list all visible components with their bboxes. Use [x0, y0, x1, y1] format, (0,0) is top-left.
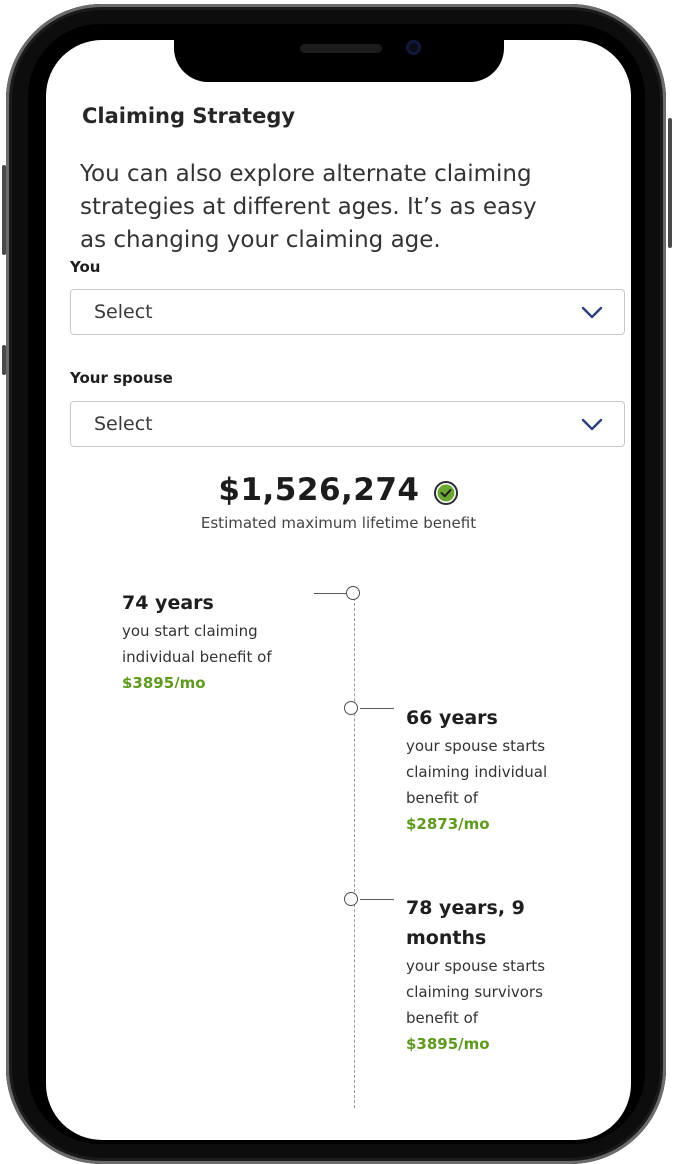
you-age-select[interactable]: Select: [70, 289, 625, 335]
side-button-right: [668, 118, 672, 248]
spouse-age-select[interactable]: Select: [70, 401, 625, 447]
timeline-node: [344, 892, 358, 906]
lifetime-benefit-amount: $1,526,274: [218, 472, 420, 508]
timeline-item-text: individual benefit of: [122, 648, 272, 666]
timeline-item-title: 74 years: [122, 592, 214, 614]
timeline-item-text: claiming individual: [406, 763, 548, 781]
phone-bezel: Claiming Strategy You can also explore a…: [0, 0, 674, 1164]
timeline-item-spouse-individual: 66 years your spouse starts claiming ind…: [406, 703, 616, 837]
timeline-item-title: 78 years, 9: [406, 897, 525, 919]
notch: [174, 40, 504, 82]
timeline-item-amount: $2873/mo: [406, 815, 490, 833]
timeline-node: [344, 701, 358, 715]
timeline-connector: [360, 899, 394, 900]
timeline-item-amount: $3895/mo: [122, 674, 206, 688]
chevron-down-icon: [581, 306, 603, 319]
timeline-item-title: months: [406, 927, 487, 949]
timeline-item-text: your spouse starts: [406, 737, 546, 755]
timeline-connector: [360, 708, 394, 709]
lifetime-benefit-total: $1,526,274: [46, 472, 631, 508]
speaker: [300, 44, 382, 53]
timeline-item-spouse-survivors: 78 years, 9 months your spouse starts cl…: [406, 893, 616, 1057]
spouse-select-value: Select: [94, 413, 153, 435]
timeline-item-text: benefit of: [406, 789, 479, 807]
you-label: You: [70, 258, 101, 276]
timeline-item-text: your spouse starts: [406, 957, 546, 975]
timeline-item-text: benefit of: [406, 1009, 479, 1027]
check-circle-icon: [433, 480, 458, 505]
chevron-down-icon: [581, 418, 603, 431]
section-title: Claiming Strategy: [82, 104, 296, 128]
timeline-item-title: 66 years: [406, 707, 498, 729]
timeline-line: [354, 588, 355, 1108]
timeline-item-text: claiming survivors: [406, 983, 543, 1001]
intro-text: You can also explore alternate claiming …: [80, 161, 537, 253]
lifetime-benefit-caption: Estimated maximum lifetime benefit: [200, 514, 477, 532]
timeline-item-text: you start claiming: [122, 622, 258, 640]
timeline-item-amount: $3895/mo: [406, 1035, 490, 1053]
timeline-item-you: 74 years you start claiming individual b…: [122, 588, 322, 688]
front-camera: [406, 40, 421, 55]
timeline-node: [346, 586, 360, 600]
screen: Claiming Strategy You can also explore a…: [46, 40, 631, 1140]
you-select-value: Select: [94, 301, 153, 323]
spouse-label: Your spouse: [70, 369, 173, 387]
